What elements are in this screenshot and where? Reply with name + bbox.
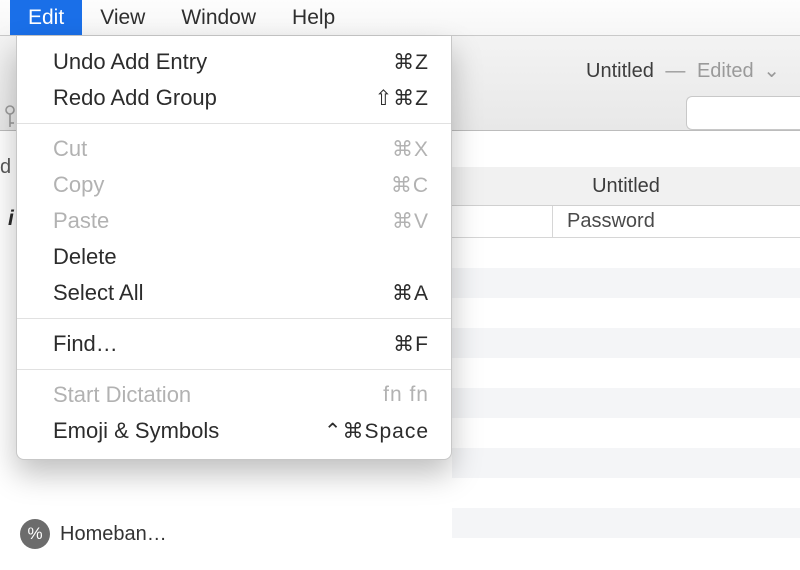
table-row[interactable]	[452, 448, 800, 478]
menu-item-select-all[interactable]: Select All ⌘A	[17, 275, 451, 311]
shortcut: ⌘X	[392, 137, 429, 162]
menu-item-undo[interactable]: Undo Add Entry ⌘Z	[17, 44, 451, 80]
table-row[interactable]	[452, 538, 800, 568]
document-name: Untitled	[586, 60, 654, 82]
menu-edit[interactable]: Edit	[10, 0, 82, 35]
shortcut: ⌘Z	[393, 50, 429, 75]
menu-help[interactable]: Help	[274, 0, 353, 35]
menu-item-copy: Copy ⌘C	[17, 167, 451, 203]
percent-icon: %	[20, 519, 50, 549]
shortcut: ⇧⌘Z	[375, 86, 429, 111]
menu-separator	[17, 369, 451, 370]
table-row[interactable]	[452, 298, 800, 328]
shortcut: ⌘C	[391, 173, 429, 198]
menubar: Edit View Window Help	[0, 0, 800, 36]
shortcut: ⌃⌘Space	[324, 419, 429, 444]
table-row[interactable]	[452, 328, 800, 358]
table-row[interactable]	[452, 478, 800, 508]
column-password[interactable]: Password	[553, 210, 655, 233]
menu-view[interactable]: View	[82, 0, 163, 35]
menu-item-redo[interactable]: Redo Add Group ⇧⌘Z	[17, 80, 451, 116]
chevron-down-icon[interactable]: ⌄	[763, 60, 780, 82]
table-row[interactable]	[452, 388, 800, 418]
table-body	[452, 238, 800, 568]
table-row[interactable]	[452, 268, 800, 298]
menu-separator	[17, 318, 451, 319]
shortcut: ⌘V	[392, 209, 429, 234]
menu-window[interactable]: Window	[163, 0, 274, 35]
table-row[interactable]	[452, 358, 800, 388]
menu-item-emoji-symbols[interactable]: Emoji & Symbols ⌃⌘Space	[17, 413, 451, 449]
shortcut: fn fn	[383, 383, 429, 407]
menu-item-cut: Cut ⌘X	[17, 131, 451, 167]
shortcut: ⌘A	[392, 281, 429, 306]
table-row[interactable]	[452, 508, 800, 538]
sidebar-item-homebanking[interactable]: % Homeban…	[0, 511, 230, 557]
toolbar-left-fragment	[0, 100, 16, 134]
toolbar-label-fragment-1: d	[0, 156, 11, 179]
shortcut: ⌘F	[393, 332, 429, 357]
edit-menu-dropdown: Undo Add Entry ⌘Z Redo Add Group ⇧⌘Z Cut…	[16, 36, 452, 460]
key-icon	[4, 100, 16, 134]
table-header: Password	[452, 206, 800, 238]
tab-untitled[interactable]: Untitled	[592, 175, 660, 198]
menu-item-paste: Paste ⌘V	[17, 203, 451, 239]
table-row[interactable]	[452, 418, 800, 448]
window-title: Untitled — Edited ⌄	[586, 58, 780, 83]
main-pane: Untitled Password	[452, 167, 800, 570]
search-input[interactable]	[686, 96, 800, 130]
menu-item-start-dictation: Start Dictation fn fn	[17, 377, 451, 413]
menu-separator	[17, 123, 451, 124]
document-state: Edited	[697, 60, 754, 82]
table-row[interactable]	[452, 238, 800, 268]
menu-item-delete[interactable]: Delete	[17, 239, 451, 275]
menu-item-find[interactable]: Find… ⌘F	[17, 326, 451, 362]
sidebar-item-label: Homeban…	[60, 523, 167, 546]
tabstrip: Untitled	[452, 167, 800, 206]
